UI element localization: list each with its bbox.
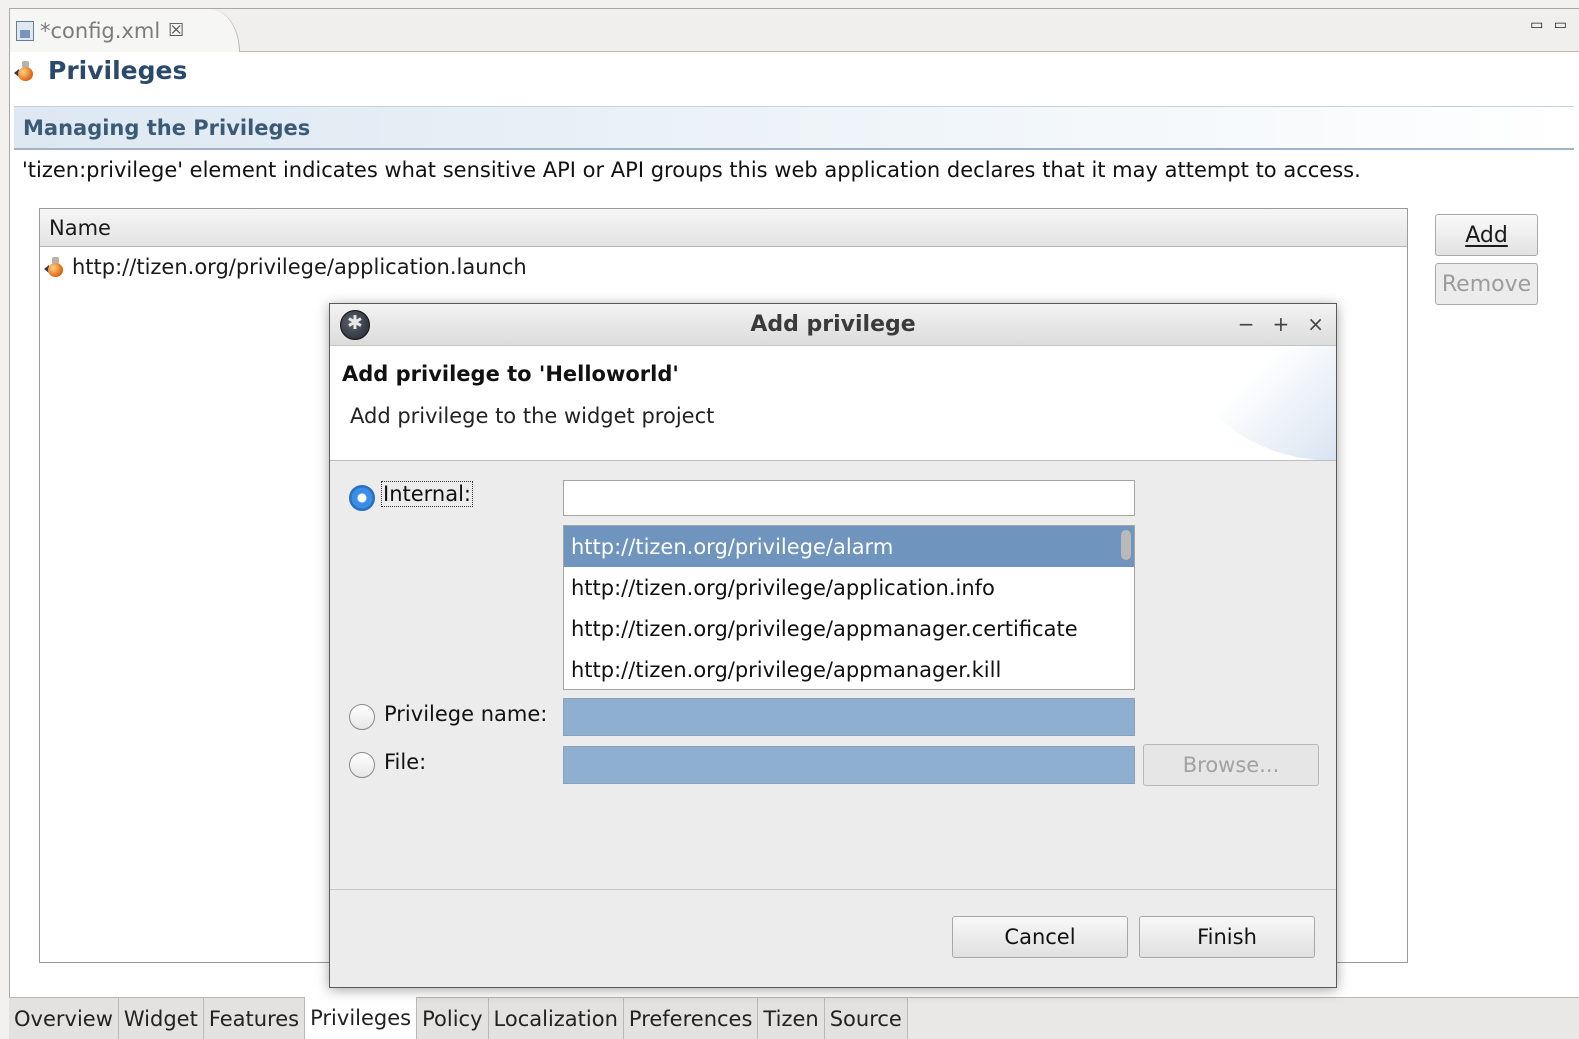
tab-features[interactable]: Features bbox=[203, 998, 306, 1039]
internal-radio-label[interactable]: Internal: bbox=[380, 481, 474, 507]
xml-file-icon bbox=[16, 20, 34, 41]
remove-button-label: Remove bbox=[1441, 271, 1532, 297]
tab-overview[interactable]: Overview bbox=[9, 998, 119, 1039]
maximize-icon[interactable]: + bbox=[1272, 312, 1289, 336]
tab-widget[interactable]: Widget bbox=[118, 998, 204, 1039]
privilege-listbox[interactable]: http://tizen.org/privilege/alarm http://… bbox=[563, 525, 1135, 690]
editor-tab-label: *config.xml bbox=[40, 18, 161, 43]
close-icon[interactable]: × bbox=[1307, 312, 1324, 336]
privilege-name-field bbox=[563, 698, 1135, 736]
dialog-window-controls: − + × bbox=[1238, 312, 1324, 336]
dialog-heading: Add privilege to 'Helloworld' bbox=[342, 362, 679, 386]
add-button[interactable]: Add bbox=[1435, 214, 1538, 256]
finish-button[interactable]: Finish bbox=[1139, 916, 1315, 958]
tab-privileges[interactable]: Privileges bbox=[305, 997, 418, 1039]
editor-tab-config-xml[interactable]: *config.xml ☒ bbox=[10, 9, 240, 52]
bottom-tab-bar: Overview Widget Features Privileges Poli… bbox=[9, 997, 1579, 1039]
privilege-name-radio[interactable] bbox=[349, 704, 375, 730]
add-button-label: Add bbox=[1465, 222, 1508, 248]
banner-graphic bbox=[1186, 346, 1336, 460]
section-description: 'tizen:privilege' element indicates what… bbox=[22, 158, 1361, 182]
page-title: Privileges bbox=[48, 56, 188, 85]
tab-localization[interactable]: Localization bbox=[488, 998, 624, 1039]
privilege-icon bbox=[44, 256, 66, 278]
tab-preferences[interactable]: Preferences bbox=[623, 998, 759, 1039]
section-title: Managing the Privileges bbox=[23, 115, 311, 140]
section-header: Managing the Privileges bbox=[14, 106, 1574, 150]
internal-radio[interactable] bbox=[349, 485, 375, 511]
file-radio[interactable] bbox=[349, 752, 375, 778]
privilege-icon bbox=[14, 60, 36, 82]
cancel-button[interactable]: Cancel bbox=[952, 916, 1128, 958]
list-item[interactable]: http://tizen.org/privilege/appmanager.ce… bbox=[564, 608, 1134, 649]
dialog-subheading: Add privilege to the widget project bbox=[350, 404, 715, 428]
file-path-field bbox=[563, 746, 1135, 784]
file-label[interactable]: File: bbox=[384, 750, 426, 774]
page-header: Privileges bbox=[14, 56, 187, 85]
table-column-header-name[interactable]: Name bbox=[40, 209, 1407, 247]
list-item[interactable]: http://tizen.org/privilege/alarm bbox=[564, 526, 1134, 567]
add-privilege-dialog: Add privilege − + × Add privilege to 'He… bbox=[329, 303, 1337, 988]
tab-policy[interactable]: Policy bbox=[417, 998, 489, 1039]
dialog-banner: Add privilege to 'Helloworld' Add privil… bbox=[330, 346, 1336, 461]
browse-button: Browse... bbox=[1143, 744, 1319, 786]
dialog-titlebar[interactable]: Add privilege − + × bbox=[330, 304, 1336, 346]
dialog-title: Add privilege bbox=[750, 312, 916, 337]
close-icon[interactable]: ☒ bbox=[168, 20, 184, 41]
editor-tabbar: *config.xml ☒ ▭ ▭ bbox=[10, 9, 1579, 52]
tab-tizen[interactable]: Tizen bbox=[758, 998, 825, 1039]
listbox-scrollbar[interactable] bbox=[1121, 530, 1131, 560]
dialog-button-separator bbox=[330, 889, 1336, 890]
table-cell-name: http://tizen.org/privilege/application.l… bbox=[72, 255, 527, 279]
list-item[interactable]: http://tizen.org/privilege/application.i… bbox=[564, 567, 1134, 608]
internal-filter-input[interactable] bbox=[563, 480, 1135, 516]
privilege-name-label[interactable]: Privilege name: bbox=[384, 702, 547, 726]
list-item[interactable]: http://tizen.org/privilege/appmanager.ki… bbox=[564, 649, 1134, 689]
table-row[interactable]: http://tizen.org/privilege/application.l… bbox=[40, 247, 1407, 287]
minimize-maximize-icon[interactable]: ▭ ▭ bbox=[1530, 17, 1570, 33]
minimize-icon[interactable]: − bbox=[1238, 312, 1255, 336]
remove-button[interactable]: Remove bbox=[1435, 263, 1538, 305]
tab-source[interactable]: Source bbox=[824, 998, 908, 1039]
